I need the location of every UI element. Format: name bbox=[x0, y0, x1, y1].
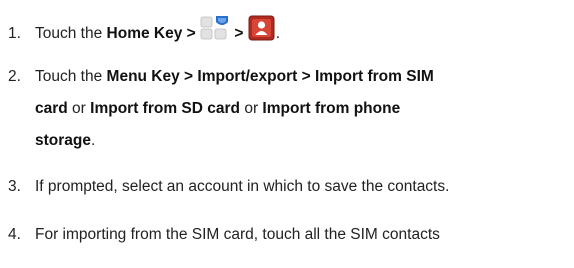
contacts-app-icon bbox=[248, 15, 276, 47]
step-number: 3. bbox=[8, 178, 21, 195]
step-2: 2. Touch the Menu Key > Import/export > I… bbox=[8, 67, 434, 87]
home-key-label: Home Key > bbox=[106, 25, 196, 43]
step-2-line-3: storage. bbox=[35, 131, 95, 151]
step-number: 2. bbox=[8, 68, 21, 85]
step-text: Touch the bbox=[35, 68, 107, 85]
step-3: 3. If prompted, select an account in whic… bbox=[8, 177, 449, 197]
step-text: Touch the bbox=[35, 25, 107, 43]
step-end: . bbox=[275, 25, 280, 43]
apps-launcher-icon bbox=[200, 15, 230, 47]
import-sd-label: Import from SD card bbox=[90, 100, 241, 117]
step-text: For importing from the SIM card, touch a… bbox=[35, 226, 440, 243]
card-label: card bbox=[35, 100, 68, 117]
step-number: 4. bbox=[8, 226, 21, 243]
step-end: . bbox=[91, 132, 96, 149]
menu-path-label: Menu Key > Import/export > Import from S… bbox=[106, 68, 434, 85]
separator-chevron: > bbox=[234, 25, 248, 43]
or-text: or bbox=[67, 100, 91, 117]
step-4: 4. For importing from the SIM card, touch… bbox=[8, 225, 440, 245]
step-2-line-2: card or Import from SD card or Import fr… bbox=[35, 99, 400, 119]
step-text: If prompted, select an account in which … bbox=[35, 178, 450, 195]
step-1: 1. Touch the Home Key > > . bbox=[8, 15, 280, 50]
import-phone-label: Import from phone bbox=[262, 100, 401, 117]
step-number: 1. bbox=[8, 25, 21, 43]
storage-label: storage bbox=[35, 132, 91, 149]
or-text: or bbox=[240, 100, 263, 117]
